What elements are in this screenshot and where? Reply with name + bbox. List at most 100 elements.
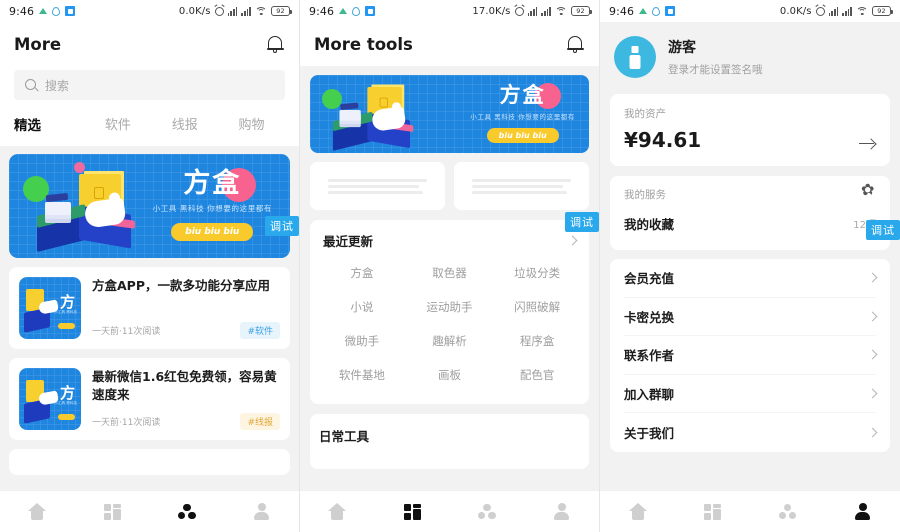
menu-item-redeem[interactable]: 卡密兑换 (624, 298, 878, 336)
hero-banner[interactable]: 方盒 小工具 黑科技 你想要的这里都有 biu biu biu (9, 154, 290, 258)
search-icon (25, 79, 37, 91)
tool-chip[interactable]: 软件基地 (318, 358, 406, 392)
tool-chip[interactable]: 闪照破解 (493, 290, 581, 324)
nav-grid[interactable] (675, 491, 750, 532)
tool-chip[interactable]: 配色官 (493, 358, 581, 392)
menu-item-join-group[interactable]: 加入群聊 (624, 375, 878, 413)
tools-scroll[interactable]: 方盒 小工具 黑科技 你想要的这里都有 biu biu biu 调试 最近更新 (300, 66, 599, 490)
service-header: 我的服务 (624, 182, 876, 202)
favorites-row[interactable]: 我的收藏 12项 (624, 202, 876, 246)
banner-cta-button[interactable]: biu biu biu (486, 128, 559, 143)
debug-badge[interactable]: 调试 (265, 216, 299, 236)
nav-grid[interactable] (75, 491, 150, 532)
banner-title: 方盒 (499, 83, 546, 107)
tab-shopping[interactable]: 购物 (218, 110, 285, 138)
tab-deals[interactable]: 线报 (151, 110, 218, 138)
network-speed: 17.0K/s (472, 5, 511, 17)
placeholder-card-row (310, 162, 589, 210)
chevron-right-icon (867, 427, 878, 438)
alarm-icon (214, 6, 224, 16)
skeleton-lines (327, 176, 428, 197)
tool-chip[interactable]: 微助手 (318, 324, 406, 358)
banner-cta-button[interactable]: biu biu biu (171, 223, 254, 241)
nav-tools[interactable] (150, 491, 225, 532)
home-icon (28, 503, 47, 520)
tab-software[interactable]: 软件 (84, 110, 151, 138)
nav-profile[interactable] (825, 491, 900, 532)
menu-item-contact-author[interactable]: 联系作者 (624, 336, 878, 375)
gear-icon[interactable] (861, 182, 876, 202)
menu-label: 卡密兑换 (624, 309, 675, 325)
feed-scroll[interactable]: 方盒 小工具 黑科技 你想要的这里都有 biu biu biu 调试 方 小工具… (0, 146, 299, 490)
article-card[interactable]: 方 小工具 黑科技 最新微信1.6红包免费领，容易黄速度来 一天前·11次阅读 … (9, 358, 290, 440)
section-header: 最近更新 (314, 231, 585, 252)
panel-profile: 9:46 0.0K/s 92 游客 登录才能设置签名哦 我的资产 ¥94.61 … (600, 0, 900, 532)
tool-chip[interactable]: 取色器 (406, 256, 494, 290)
app-indicator-icon (65, 6, 76, 16)
favorites-label: 我的收藏 (624, 217, 675, 232)
nav-grid[interactable] (375, 491, 450, 532)
nav-profile[interactable] (224, 491, 299, 532)
signal-icon-2 (842, 6, 852, 16)
tool-chip[interactable]: 趣解析 (406, 324, 494, 358)
search-area: 搜索 (0, 66, 299, 110)
hero-banner[interactable]: 方盒 小工具 黑科技 你想要的这里都有 biu biu biu (310, 75, 589, 153)
status-time: 9:46 (609, 4, 635, 18)
page-title: More tools (314, 34, 413, 54)
status-bar-right: 17.0K/s 92 (472, 5, 592, 17)
banner-text-block: 方盒 小工具 黑科技 你想要的这里都有 biu biu biu (470, 85, 575, 143)
home-icon (628, 503, 647, 520)
chevron-right-icon[interactable] (567, 235, 578, 246)
nav-home[interactable] (300, 491, 375, 532)
nav-home[interactable] (0, 491, 75, 532)
status-bar: 9:46 0.0K/s 92 (0, 0, 299, 22)
signal-icon-1 (227, 6, 238, 16)
menu-item-recharge[interactable]: 会员充值 (624, 259, 878, 298)
screenshot-triptych: 9:46 0.0K/s 92 More 搜索 精选 软件 线报 购物 方盒 小工… (0, 0, 900, 532)
arrow-right-icon[interactable] (859, 138, 876, 148)
placeholder-card[interactable] (454, 162, 589, 210)
status-bar-right: 0.0K/s 92 (178, 5, 292, 17)
tool-chip[interactable]: 垃圾分类 (493, 256, 581, 290)
article-meta: 一天前·11次阅读 #线报 (92, 407, 280, 430)
nav-tools[interactable] (750, 491, 825, 532)
bell-icon[interactable] (265, 33, 285, 55)
status-time: 9:46 (309, 4, 335, 18)
nav-home[interactable] (600, 491, 675, 532)
tool-chip[interactable]: 程序盒 (493, 324, 581, 358)
guest-avatar-icon[interactable] (614, 36, 656, 78)
debug-badge[interactable]: 调试 (866, 220, 900, 240)
menu-item-about-us[interactable]: 关于我们 (624, 413, 878, 452)
nav-tools[interactable] (450, 491, 525, 532)
profile-text: 游客 登录才能设置签名哦 (668, 37, 763, 77)
page-title: More (14, 34, 62, 54)
article-tag[interactable]: #软件 (240, 322, 280, 339)
profile-scroll[interactable]: 游客 登录才能设置签名哦 我的资产 ¥94.61 我的服务 我的收藏 1 (600, 22, 900, 490)
asset-card[interactable]: 我的资产 ¥94.61 (610, 94, 890, 166)
profile-name: 游客 (668, 40, 696, 56)
article-timestamp: 一天前·11次阅读 (92, 327, 161, 337)
search-input[interactable]: 搜索 (14, 70, 285, 100)
tool-chip[interactable]: 小说 (318, 290, 406, 324)
placeholder-card[interactable] (310, 162, 445, 210)
tab-featured[interactable]: 精选 (14, 110, 84, 138)
menu-label: 联系作者 (624, 348, 675, 364)
location-icon (39, 8, 48, 14)
tool-chip[interactable]: 画板 (406, 358, 494, 392)
search-placeholder: 搜索 (45, 78, 70, 93)
bell-icon[interactable] (565, 33, 585, 55)
article-title: 最新微信1.6红包免费领，容易黄速度来 (92, 369, 277, 402)
person-icon (855, 503, 870, 520)
tool-chip[interactable]: 方盒 (318, 256, 406, 290)
profile-header[interactable]: 游客 登录才能设置签名哦 (600, 24, 900, 94)
network-speed: 0.0K/s (178, 5, 211, 17)
service-label: 我的服务 (624, 189, 666, 201)
article-card[interactable]: 方 小工具 黑科技 方盒APP，一款多功能分享应用 一天前·11次阅读 #软件 (9, 267, 290, 349)
notification-dot-icon (352, 6, 361, 16)
tool-chip[interactable]: 运动助手 (406, 290, 494, 324)
debug-badge[interactable]: 调试 (565, 212, 599, 232)
article-tag[interactable]: #线报 (240, 413, 280, 430)
nav-profile[interactable] (524, 491, 599, 532)
bottom-nav (300, 490, 599, 532)
article-card-partial[interactable] (9, 449, 290, 475)
